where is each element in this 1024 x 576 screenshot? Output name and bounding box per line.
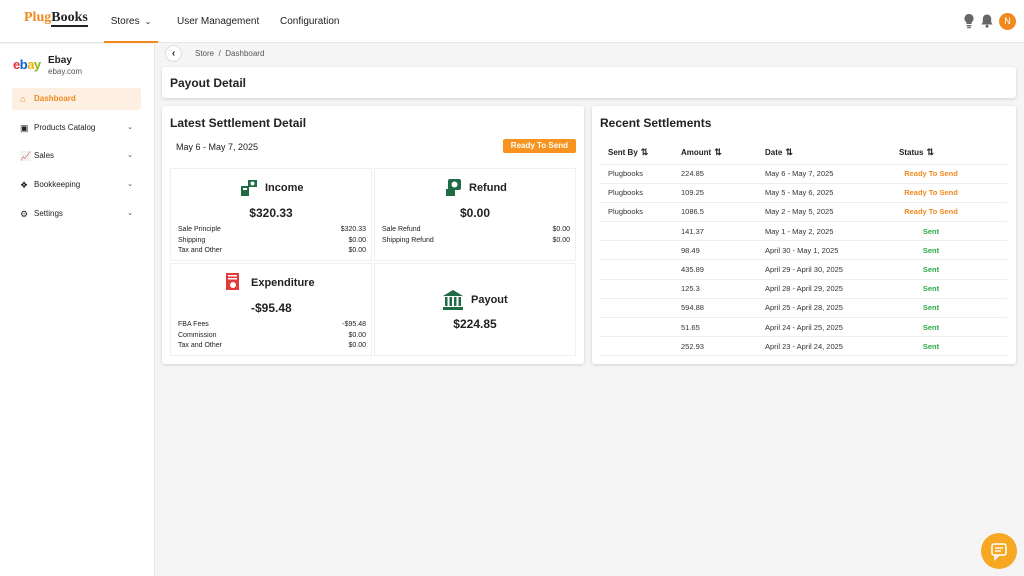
column-header-amount[interactable]: Amount ⇅ (681, 142, 765, 165)
column-header-date[interactable]: Date ⇅ (765, 142, 899, 165)
column-header-status[interactable]: Status ⇅ (899, 142, 1007, 165)
income-row: Sale Principle $320.33 (178, 226, 366, 233)
expenditure-title: Expenditure (251, 277, 315, 289)
recent-settlements-panel: Recent Settlements Sent By ⇅ Amount ⇅ Date… (592, 106, 1016, 364)
income-title: Income (265, 182, 304, 194)
latest-settlement-title: Latest Settlement Detail (170, 116, 307, 130)
nav-user-management[interactable]: User Management (177, 0, 259, 43)
sidebar-item-sales[interactable]: 📈 Sales ⌄ (12, 145, 141, 167)
status-badge: Ready To Send (904, 169, 958, 179)
status-badge: Sent (922, 322, 940, 332)
latest-settlement-panel: Latest Settlement Detail May 6 - May 7, … (162, 106, 584, 364)
user-avatar[interactable]: N (999, 13, 1016, 30)
table-row[interactable]: 594.88 April 25 - April 28, 2025 Sent (600, 298, 1007, 319)
income-amount: $320.33 (249, 206, 293, 220)
table-row[interactable]: Plugbooks 109.25 May 5 - May 6, 2025 Ready … (600, 183, 1007, 203)
table-row[interactable]: 51.65 April 24 - April 25, 2025 Sent (600, 317, 1007, 338)
chevron-down-icon: ⌄ (127, 124, 133, 131)
refund-amount: $0.00 (459, 206, 491, 220)
status-badge: Sent (922, 226, 940, 236)
chat-button[interactable] (981, 533, 1017, 569)
income-icon (241, 180, 257, 196)
ebay-logo: ebay (13, 57, 41, 72)
sidebar-item-products-catalog[interactable]: ▣ Products Catalog ⌄ (12, 117, 141, 139)
sort-icon: ⇅ (714, 147, 722, 158)
expenditure-card: Expenditure -$95.48 FBA Fees -$95.48 Comm… (170, 263, 372, 356)
expenditure-icon (226, 273, 239, 290)
sidebar-item-bookkeeping[interactable]: ❖ Bookkeeping ⌄ (12, 174, 141, 196)
refund-icon (446, 179, 461, 196)
box-icon: ▣ (20, 123, 29, 133)
income-card: Income $320.33 Sale Principle $320.33 Shi… (170, 168, 372, 261)
store-domain: ebay.com (48, 67, 83, 76)
status-badge: Sent (922, 303, 940, 313)
table-row[interactable]: 252.93 April 23 - April 24, 2025 Sent (600, 336, 1007, 357)
book-icon: ❖ (20, 180, 29, 190)
status-badge: Ready To Send (904, 207, 958, 217)
settlements-table: Sent By ⇅ Amount ⇅ Date ⇅ Status ⇅ Plugbooks… (600, 142, 1007, 357)
status-badge: Sent (922, 245, 940, 255)
top-navbar: PlugBooks Stores ⌄ User Management Config… (0, 0, 1024, 43)
plugbooks-logo[interactable]: PlugBooks (24, 10, 88, 27)
chevron-down-icon: ⌄ (127, 210, 133, 217)
settlement-date-range: May 6 - May 7, 2025 (176, 142, 259, 152)
refund-title: Refund (469, 182, 507, 194)
page-title: Payout Detail (170, 76, 247, 90)
status-badge: Sent (922, 265, 940, 275)
status-badge: Sent (922, 341, 940, 351)
expenditure-row: Tax and Other $0.00 (178, 342, 366, 349)
refund-row: Sale Refund $0.00 (382, 226, 570, 233)
store-name: Ebay (48, 55, 72, 66)
payout-title: Payout (471, 294, 508, 306)
sort-icon: ⇅ (785, 147, 793, 158)
chevron-down-icon: ⌄ (144, 17, 152, 26)
payout-card: Payout $224.85 (374, 263, 576, 356)
status-badge: Sent (922, 284, 940, 294)
sort-icon: ⇅ (926, 147, 934, 158)
bank-icon (443, 290, 463, 310)
table-row[interactable]: 125.3 April 28 - April 29, 2025 Sent (600, 279, 1007, 299)
table-row[interactable]: Plugbooks 1086.5 May 2 - May 5, 2025 Ready … (600, 202, 1007, 223)
table-row[interactable]: Plugbooks 224.85 May 6 - May 7, 2025 Ready … (600, 164, 1007, 184)
refund-row: Shipping Refund $0.00 (382, 236, 570, 244)
income-row: Tax and Other $0.00 (178, 247, 366, 254)
status-badge: Ready To Send (904, 188, 958, 198)
sort-icon: ⇅ (640, 147, 649, 158)
payout-amount: $224.85 (453, 317, 497, 331)
table-row[interactable]: 435.89 April 29 - April 30, 2025 Sent (600, 259, 1007, 280)
recent-settlements-title: Recent Settlements (600, 116, 712, 130)
back-button[interactable]: ‹ (165, 45, 182, 62)
gear-icon: ⚙ (20, 209, 29, 219)
chevron-down-icon: ⌄ (127, 181, 133, 188)
chevron-down-icon: ⌄ (127, 152, 133, 159)
sidebar-item-dashboard[interactable]: ⌂ Dashboard (12, 88, 141, 110)
chart-icon: 📈 (20, 151, 32, 161)
status-badge[interactable]: Ready To Send (502, 139, 576, 153)
chevron-left-icon: ‹ (171, 48, 176, 59)
payout-detail-header: Payout Detail (162, 67, 1016, 98)
sidebar: ebay Ebay ebay.com ⌂ Dashboard ▣ Product… (0, 44, 155, 576)
breadcrumb-dashboard: Dashboard (225, 49, 265, 58)
table-row[interactable]: 98.49 April 30 - May 1, 2025 Sent (600, 240, 1007, 261)
expenditure-row: Commission $0.00 (178, 331, 366, 339)
sidebar-item-settings[interactable]: ⚙ Settings ⌄ (12, 203, 141, 225)
breadcrumb: Store / Dashboard (195, 49, 265, 58)
expenditure-row: FBA Fees -$95.48 (178, 321, 366, 328)
home-icon: ⌂ (20, 94, 26, 104)
nav-configuration[interactable]: Configuration (280, 0, 339, 43)
chat-icon (991, 543, 1007, 561)
income-row: Shipping $0.00 (178, 236, 366, 244)
refund-card: Refund $0.00 Sale Refund $0.00 Shipping R… (374, 168, 576, 261)
nav-stores[interactable]: Stores ⌄ (104, 0, 158, 43)
table-row[interactable]: 141.37 May 1 - May 2, 2025 Sent (600, 221, 1007, 242)
lightbulb-icon[interactable] (962, 13, 976, 29)
bell-icon[interactable] (980, 13, 994, 29)
breadcrumb-store[interactable]: Store (195, 49, 214, 58)
column-header-sent-by[interactable]: Sent By ⇅ (600, 142, 681, 165)
